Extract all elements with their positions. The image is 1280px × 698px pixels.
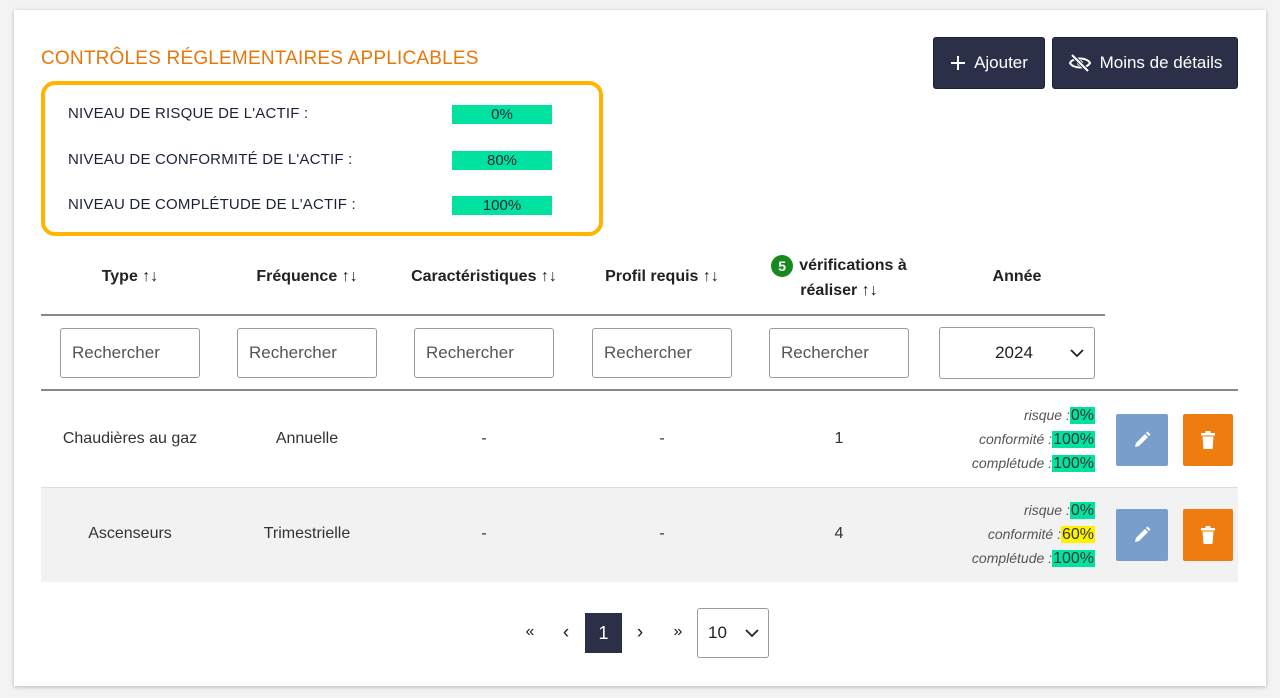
header-year: Année — [992, 268, 1042, 285]
year-select-value: 2024 — [995, 343, 1033, 362]
row-profile: - — [659, 430, 665, 447]
pagination-page-current[interactable]: 1 — [585, 613, 622, 653]
delete-button[interactable] — [1183, 509, 1233, 561]
row-conformity-value: 100% — [1052, 431, 1095, 448]
row-completeness-value: 100% — [1052, 455, 1095, 472]
search-frequency-input[interactable] — [237, 328, 377, 378]
row-completeness-value: 100% — [1052, 550, 1095, 567]
pagination-next[interactable]: › — [628, 622, 652, 644]
sort-icon: ↑↓ — [142, 268, 159, 285]
delete-button[interactable] — [1183, 414, 1233, 466]
row-type: Ascenseurs — [88, 525, 172, 542]
edit-button[interactable] — [1116, 414, 1168, 466]
trash-icon — [1201, 431, 1215, 449]
sort-icon: ↑↓ — [861, 282, 878, 299]
header-divider — [41, 314, 1105, 316]
search-verifications-input[interactable] — [769, 328, 909, 378]
sort-icon: ↑↓ — [702, 268, 719, 285]
row-verifications: 1 — [834, 430, 844, 447]
pencil-icon — [1135, 431, 1151, 447]
pagination-first[interactable]: « — [516, 623, 544, 641]
section-title: CONTRÔLES RÉGLEMENTAIRES APPLICABLES — [41, 48, 479, 69]
header-verifications[interactable]: 5 vérifications à réaliser ↑↓ — [754, 253, 924, 301]
chevron-down-icon — [1070, 348, 1084, 357]
search-type-input[interactable] — [60, 328, 200, 378]
search-characteristics-input[interactable] — [414, 328, 554, 378]
row-conformity-value: 60% — [1060, 526, 1095, 543]
pencil-icon — [1135, 526, 1151, 542]
less-details-button-label: Moins de détails — [1099, 53, 1223, 72]
sort-icon: ↑↓ — [540, 268, 557, 285]
row-risk-value: 0% — [1069, 502, 1095, 519]
plus-icon — [951, 56, 966, 70]
row-verifications: 4 — [834, 525, 844, 542]
row-metrics: risque :0% conformité :60% complétude :1… — [971, 502, 1095, 567]
sort-icon: ↑↓ — [341, 268, 358, 285]
eye-slash-icon — [1068, 53, 1091, 73]
header-profile[interactable]: Profil requis ↑↓ — [592, 260, 732, 294]
add-button-label: Ajouter — [974, 53, 1028, 72]
row-characteristics: - — [481, 525, 487, 542]
conformity-level-value: 80% — [452, 151, 552, 170]
risk-level-label: NIVEAU DE RISQUE DE L'ACTIF : — [68, 105, 309, 122]
completeness-level-value: 100% — [452, 196, 552, 215]
row-metrics: risque :0% conformité :100% complétude :… — [971, 407, 1095, 472]
pagination-prev[interactable]: ‹ — [554, 622, 578, 644]
pagination-last[interactable]: » — [664, 623, 692, 641]
row-characteristics: - — [481, 430, 487, 447]
edit-button[interactable] — [1116, 509, 1168, 561]
add-button[interactable]: Ajouter — [933, 37, 1045, 89]
risk-level-value: 0% — [452, 105, 552, 124]
trash-icon — [1201, 526, 1215, 544]
conformity-level-label: NIVEAU DE CONFORMITÉ DE L'ACTIF : — [68, 151, 353, 168]
row-type: Chaudières au gaz — [62, 430, 198, 447]
row-frequency: Annuelle — [275, 430, 339, 447]
header-characteristics[interactable]: Caractéristiques ↑↓ — [404, 260, 564, 294]
completeness-level-label: NIVEAU DE COMPLÉTUDE DE L'ACTIF : — [68, 196, 356, 213]
header-frequency[interactable]: Fréquence ↑↓ — [237, 260, 377, 294]
row-risk-value: 0% — [1069, 407, 1095, 424]
header-type[interactable]: Type ↑↓ — [60, 260, 200, 294]
row-frequency: Trimestrielle — [263, 525, 351, 542]
controls-card: CONTRÔLES RÉGLEMENTAIRES APPLICABLES NIV… — [14, 10, 1266, 686]
chevron-down-icon — [745, 628, 759, 637]
search-profile-input[interactable] — [592, 328, 732, 378]
row-profile: - — [659, 525, 665, 542]
verifications-count-badge: 5 — [771, 254, 794, 277]
less-details-button[interactable]: Moins de détails — [1052, 37, 1238, 89]
page-size-select[interactable]: 10 — [697, 608, 769, 658]
page-size-value: 10 — [708, 623, 727, 642]
year-select[interactable]: 2024 — [939, 327, 1095, 379]
